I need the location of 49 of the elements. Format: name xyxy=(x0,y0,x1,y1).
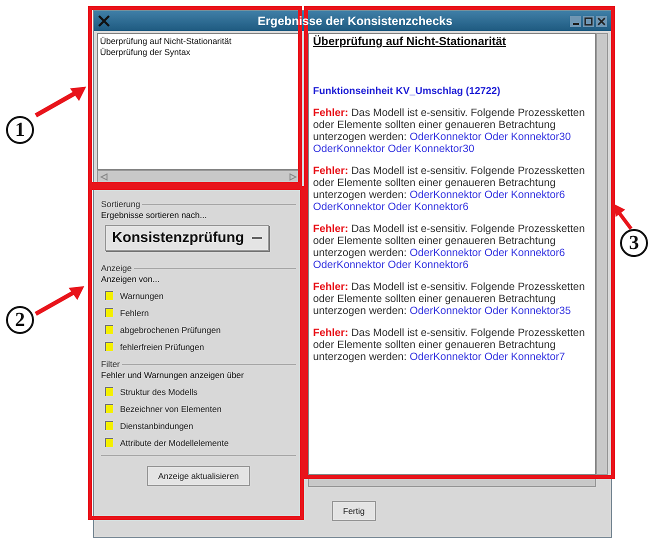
filter-label: Fehler und Warnungen anzeigen über xyxy=(101,370,244,380)
refresh-button[interactable]: Anzeige aktualisieren xyxy=(147,466,250,486)
checkbox-label[interactable]: abgebrochenen Prüfungen xyxy=(120,324,221,334)
callout-arrow xyxy=(612,202,634,232)
section-heading: Anzeige xyxy=(101,263,132,273)
checkbox[interactable] xyxy=(105,308,113,317)
checkbox[interactable] xyxy=(105,387,113,396)
sort-label: Ergebnisse sortieren nach... xyxy=(101,210,207,220)
close-icon xyxy=(596,16,607,26)
sort-dropdown[interactable]: Konsistenzprüfung xyxy=(105,225,270,251)
error-message: Fehler: Das Modell ist e-sensitiv. Folgende Prozessketten oder Elemente sollten einer genaueren Betrachtung unterzogen werden: OderKonnektor Oder Konnektor6 OderKonnektor Oder Konnektor6 xyxy=(313,223,586,271)
checkbox-label[interactable]: Bezeichner von Elementen xyxy=(120,404,222,414)
error-message: Fehler: Das Modell ist e-sensitiv. Folgende Prozessketten oder Elemente sollten einer genaueren Betrachtung unterzogen werden: OderKonnektor Oder Konnektor30 OderKonnektor Oder Konnektor30 xyxy=(313,107,586,155)
callout-number: 1 xyxy=(6,116,34,144)
check-list-item[interactable]: Überprüfung auf Nicht-Stationarität xyxy=(100,36,297,47)
checkbox[interactable] xyxy=(105,291,113,300)
minimize-icon xyxy=(572,22,578,24)
error-message: Fehler: Das Modell ist e-sensitiv. Folgende Prozessketten oder Elemente sollten einer genaueren Betrachtung unterzogen werden: OderKonnektor Oder Konnektor7 xyxy=(313,327,586,363)
horizontal-scrollbar[interactable] xyxy=(97,170,300,183)
checkbox[interactable] xyxy=(105,421,113,430)
callout-number: 2 xyxy=(6,306,34,334)
maximize-button[interactable] xyxy=(583,16,594,26)
error-message: Fehler: Das Modell ist e-sensitiv. Folgende Prozessketten oder Elemente sollten einer genaueren Betrachtung unterzogen werden: OderKonnektor Oder Konnektor35 xyxy=(313,281,586,317)
checkbox[interactable] xyxy=(105,438,113,447)
checkbox[interactable] xyxy=(105,325,113,334)
display-label: Anzeigen von... xyxy=(101,274,160,284)
checkbox-label[interactable]: Fehlern xyxy=(120,308,149,318)
checkbox-label[interactable]: Attribute der Modellelemente xyxy=(120,438,229,448)
error-message: Fehler: Das Modell ist e-sensitiv. Folgende Prozessketten oder Elemente sollten einer genaueren Betrachtung unterzogen werden: OderKonnektor Oder Konnektor6 OderKonnektor Oder Konnektor6 xyxy=(313,165,586,213)
checkbox-label[interactable]: Dienstanbindungen xyxy=(120,420,194,430)
checkbox-label[interactable]: Struktur des Modells xyxy=(120,386,198,396)
checkbox[interactable] xyxy=(105,342,113,351)
unit-heading: Funktionseinheit KV_Umschlag (12722) xyxy=(313,86,502,97)
results-heading: Überprüfung auf Nicht-Stationarität xyxy=(313,36,507,48)
maximize-icon xyxy=(583,16,594,26)
checkbox-label[interactable]: fehlerfreien Prüfungen xyxy=(120,342,204,352)
check-list-item[interactable]: Überprüfung der Syntax xyxy=(100,47,297,58)
section-heading: Sortierung xyxy=(101,199,140,209)
left-arrow-icon[interactable] xyxy=(100,172,108,180)
close-button[interactable] xyxy=(596,16,607,26)
checkbox[interactable] xyxy=(105,404,113,413)
vertical-scrollbar[interactable] xyxy=(596,33,608,475)
checkbox-label[interactable]: Warnungen xyxy=(120,290,164,300)
callout-number: 3 xyxy=(620,229,648,257)
section-heading: Filter xyxy=(101,359,120,369)
x-icon[interactable] xyxy=(98,15,110,27)
done-button[interactable]: Fertig xyxy=(332,501,376,521)
minimize-button[interactable] xyxy=(570,16,581,26)
right-arrow-icon[interactable] xyxy=(289,172,297,180)
